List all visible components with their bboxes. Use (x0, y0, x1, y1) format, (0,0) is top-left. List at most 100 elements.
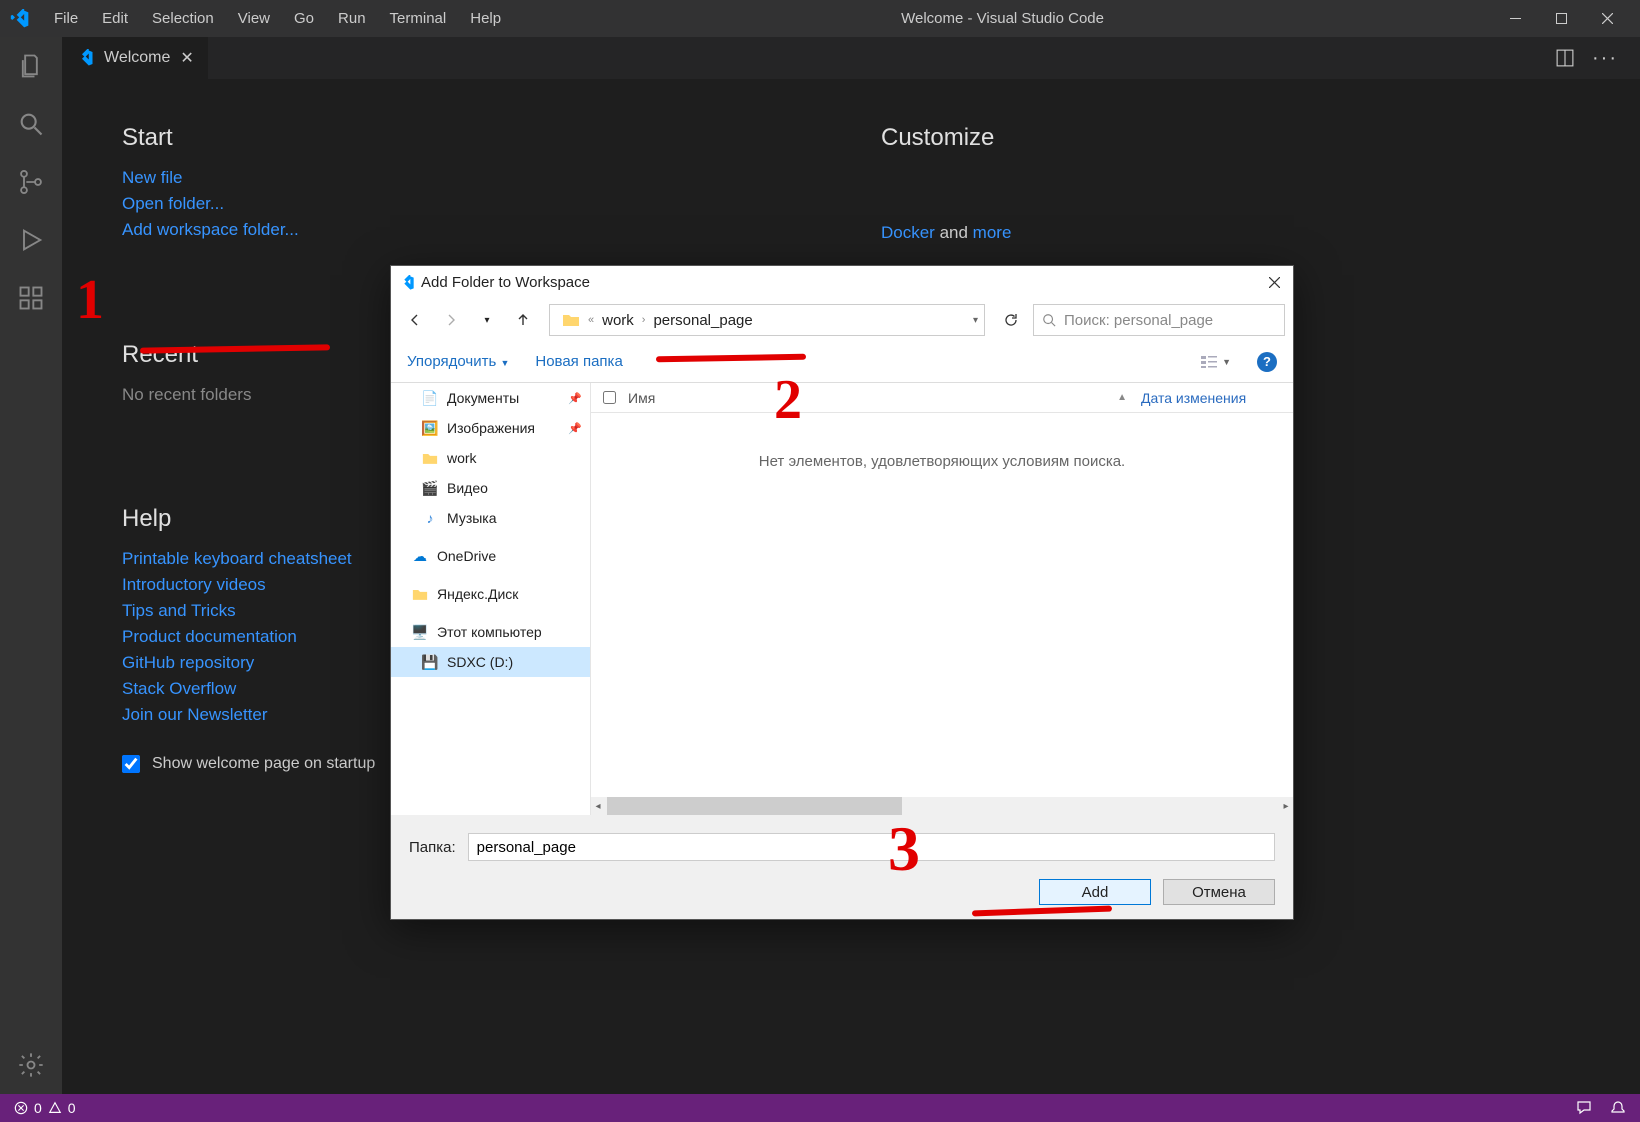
activity-bar (0, 37, 62, 1094)
new-folder-button[interactable]: Новая папка (535, 353, 622, 370)
extensions-icon[interactable] (16, 283, 46, 313)
empty-folder-message: Нет элементов, удовлетворяющих условиям … (591, 413, 1293, 797)
organize-button[interactable]: Упорядочить ▼ (407, 353, 509, 370)
tab-bar: Welcome ✕ ··· (0, 37, 1640, 79)
search-icon (1042, 313, 1056, 327)
column-name[interactable]: Имя (628, 390, 655, 406)
window-controls (1492, 0, 1630, 37)
dialog-nav-bar: ▾ « work › personal_page ▾ Поиск: person… (391, 299, 1293, 341)
tools-languages-partial: Docker and more (881, 223, 1580, 243)
show-welcome-checkbox[interactable] (122, 755, 140, 773)
start-section-title: Start (122, 124, 821, 152)
settings-gear-icon[interactable] (16, 1050, 46, 1080)
warning-icon (48, 1101, 62, 1115)
minimize-button[interactable] (1492, 0, 1538, 37)
dialog-toolbar: Упорядочить ▼ Новая папка ▼ ? (391, 341, 1293, 383)
menu-run[interactable]: Run (326, 4, 378, 33)
search-icon[interactable] (16, 109, 46, 139)
source-control-icon[interactable] (16, 167, 46, 197)
menu-view[interactable]: View (226, 4, 282, 33)
menu-go[interactable]: Go (282, 4, 326, 33)
add-workspace-folder-link[interactable]: Add workspace folder... (122, 220, 821, 240)
folder-icon (556, 310, 586, 330)
tab-close-icon[interactable]: ✕ (180, 48, 193, 68)
file-list-header: Имя ▲ Дата изменения (591, 383, 1293, 413)
view-mode-button[interactable]: ▼ (1200, 355, 1231, 369)
dialog-close-button[interactable] (1255, 266, 1293, 299)
file-list-panel: Имя ▲ Дата изменения Нет элементов, удов… (591, 383, 1293, 815)
notifications-icon[interactable] (1610, 1100, 1626, 1116)
add-folder-dialog: Add Folder to Workspace ▾ « work › perso… (390, 265, 1294, 920)
side-images[interactable]: 🖼️Изображения📌 (391, 413, 590, 443)
help-button[interactable]: ? (1257, 352, 1277, 372)
customize-section-title: Customize (881, 124, 1580, 152)
back-button[interactable] (399, 304, 431, 336)
tab-label: Welcome (104, 49, 170, 67)
side-thispc[interactable]: 🖥️Этот компьютер (391, 617, 590, 647)
sd-card-icon: 💾 (421, 653, 439, 671)
sort-indicator-icon: ▲ (1117, 392, 1127, 403)
yadisk-icon (411, 585, 429, 603)
forward-button[interactable] (435, 304, 467, 336)
search-input[interactable]: Поиск: personal_page (1033, 304, 1285, 336)
horizontal-scrollbar[interactable]: ◂ ▸ (591, 797, 1293, 815)
add-button[interactable]: Add (1039, 879, 1151, 905)
side-onedrive[interactable]: ☁OneDrive (391, 541, 590, 571)
side-work[interactable]: work (391, 443, 590, 473)
docker-link[interactable]: Docker (881, 223, 935, 242)
problems-status[interactable]: 0 0 (14, 1100, 76, 1116)
refresh-button[interactable] (995, 304, 1027, 336)
window-title: Welcome - Visual Studio Code (513, 10, 1492, 27)
address-dropdown[interactable]: ▾ (973, 315, 978, 326)
menu-selection[interactable]: Selection (140, 4, 226, 33)
vscode-icon (76, 49, 94, 67)
images-icon: 🖼️ (421, 419, 439, 437)
more-link[interactable]: more (973, 223, 1012, 242)
new-file-link[interactable]: New file (122, 168, 821, 188)
document-icon: 📄 (421, 389, 439, 407)
computer-icon: 🖥️ (411, 623, 429, 641)
side-sdxc[interactable]: 💾SDXC (D:) (391, 647, 590, 677)
title-bar: File Edit Selection View Go Run Terminal… (0, 0, 1640, 37)
dialog-title-bar: Add Folder to Workspace (391, 266, 1293, 299)
menu-edit[interactable]: Edit (90, 4, 140, 33)
dialog-title: Add Folder to Workspace (421, 274, 590, 291)
feedback-icon[interactable] (1576, 1100, 1592, 1116)
column-date[interactable]: Дата изменения (1141, 390, 1281, 406)
show-welcome-label: Show welcome page on startup (152, 755, 375, 773)
pin-icon: 📌 (568, 422, 582, 435)
close-button[interactable] (1584, 0, 1630, 37)
status-bar: 0 0 (0, 1094, 1640, 1122)
music-icon: ♪ (421, 509, 439, 527)
breadcrumb-work[interactable]: work (596, 309, 640, 332)
side-yadisk[interactable]: Яндекс.Диск (391, 579, 590, 609)
menu-file[interactable]: File (42, 4, 90, 33)
tab-welcome[interactable]: Welcome ✕ (62, 37, 208, 79)
menu-terminal[interactable]: Terminal (378, 4, 459, 33)
folder-icon (421, 449, 439, 467)
open-folder-link[interactable]: Open folder... (122, 194, 821, 214)
folder-name-label: Папка: (409, 839, 456, 856)
more-actions-icon[interactable]: ··· (1588, 43, 1622, 74)
select-all-checkbox[interactable] (603, 391, 616, 404)
vscode-icon (399, 275, 415, 291)
menu-help[interactable]: Help (458, 4, 513, 33)
cancel-button[interactable]: Отмена (1163, 879, 1275, 905)
breadcrumb-personal-page[interactable]: personal_page (647, 309, 758, 332)
run-debug-icon[interactable] (16, 225, 46, 255)
side-documents[interactable]: 📄Документы📌 (391, 383, 590, 413)
pin-icon: 📌 (568, 392, 582, 405)
explorer-icon[interactable] (16, 51, 46, 81)
maximize-button[interactable] (1538, 0, 1584, 37)
main-menu: File Edit Selection View Go Run Terminal… (42, 4, 513, 33)
onedrive-icon: ☁ (411, 547, 429, 565)
video-icon: 🎬 (421, 479, 439, 497)
split-editor-icon[interactable] (1552, 45, 1578, 71)
address-bar[interactable]: « work › personal_page ▾ (549, 304, 985, 336)
recent-locations-dropdown[interactable]: ▾ (471, 304, 503, 336)
side-music[interactable]: ♪Музыка (391, 503, 590, 533)
folder-tree-panel: 📄Документы📌 🖼️Изображения📌 work 🎬Видео ♪… (391, 383, 591, 815)
folder-name-input[interactable] (468, 833, 1275, 861)
up-button[interactable] (507, 304, 539, 336)
side-video[interactable]: 🎬Видео (391, 473, 590, 503)
